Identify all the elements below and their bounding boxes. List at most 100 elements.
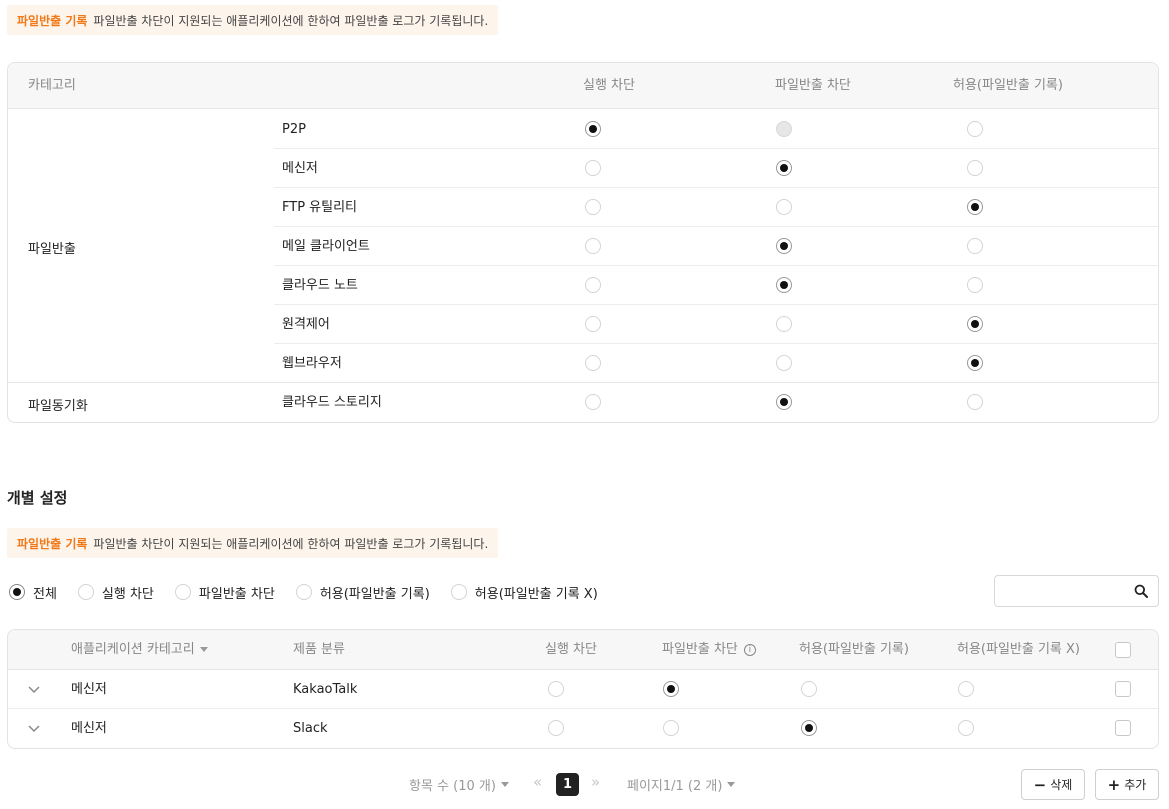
individual-table-header: 애플리케이션 카테고리 제품 분류 실행 차단 파일반출 차단 i 허용(파일반출… [8, 630, 1158, 670]
search-icon[interactable] [1134, 584, 1148, 598]
page-info-select[interactable]: 페이지1/1 (2 개) [627, 772, 736, 796]
radio-block-exec[interactable] [585, 316, 601, 332]
category-row: FTP 유틸리티 [274, 188, 1158, 227]
filter-label: 전체 [33, 586, 57, 602]
header-allow-nolog: 허용(파일반출 기록 X) [957, 642, 1080, 657]
radio-block-export[interactable] [776, 394, 792, 410]
notice-tag: 파일반출 기록 [17, 536, 88, 551]
plus-icon: + [1107, 775, 1121, 794]
header-product: 제품 분류 [293, 642, 345, 657]
radio-allow-nolog[interactable] [958, 681, 974, 697]
search-box [994, 575, 1159, 607]
radio-block-export[interactable] [776, 238, 792, 254]
category-row-name: 클라우드 스토리지 [282, 395, 382, 410]
filter-radio[interactable] [450, 584, 467, 600]
filter-block-exec[interactable]: 실행 차단 [77, 583, 154, 602]
export-log-notice: 파일반출 기록 파일반출 차단이 지원되는 애플리케이션에 한하여 파일반출 로… [7, 5, 499, 35]
header-block-export-label: 파일반출 차단 [662, 642, 738, 657]
radio-block-export[interactable] [776, 277, 792, 293]
radio-allow-log[interactable] [967, 355, 983, 371]
radio-block-exec[interactable] [585, 199, 601, 215]
filter-radio[interactable] [77, 584, 94, 600]
radio-block-export[interactable] [776, 316, 792, 332]
radio-allow-log[interactable] [967, 121, 983, 137]
radio-block-export[interactable] [663, 681, 679, 697]
header-allow-log: 허용(파일반출 기록) [953, 78, 1063, 93]
filter-radio[interactable] [9, 584, 25, 600]
group-divider [8, 382, 1158, 383]
policy-filter-group: 전체 실행 차단 파일반출 차단 허용(파일반출 기록) 허용(파일반출 기록 … [9, 582, 619, 602]
category-row: 클라우드 스토리지 [274, 383, 1158, 422]
category-row: 메일 클라이언트 [274, 227, 1158, 266]
radio-block-export[interactable] [776, 199, 792, 215]
row-checkbox[interactable] [1115, 681, 1131, 697]
radio-block-exec[interactable] [585, 394, 601, 410]
sort-caret-icon[interactable] [199, 647, 208, 652]
radio-block-exec[interactable] [585, 238, 601, 254]
chevron-down-icon [500, 781, 509, 787]
info-icon[interactable]: i [743, 643, 756, 656]
filter-allow-nolog[interactable]: 허용(파일반출 기록 X) [450, 583, 598, 602]
filter-label: 실행 차단 [101, 586, 154, 602]
radio-allow-log[interactable] [967, 238, 983, 254]
header-app-category[interactable]: 애플리케이션 카테고리 [71, 630, 208, 670]
filter-all[interactable]: 전체 [9, 583, 57, 602]
radio-block-exec[interactable] [585, 160, 601, 176]
category-row-name: 메일 클라이언트 [282, 239, 370, 254]
chevron-down-icon [727, 781, 736, 787]
items-per-page-select[interactable]: 항목 수 (10 개) [409, 772, 509, 796]
radio-allow-nolog[interactable] [958, 720, 974, 736]
radio-block-export[interactable] [663, 720, 679, 736]
filter-label: 허용(파일반출 기록) [319, 586, 430, 602]
group-label-export: 파일반출 [28, 242, 76, 257]
radio-allow-log[interactable] [967, 277, 983, 293]
category-row-name: P2P [282, 122, 306, 137]
next-page-icon[interactable]: » [591, 773, 600, 791]
expand-chevron-icon[interactable] [27, 685, 41, 695]
filter-label: 파일반출 차단 [198, 586, 275, 602]
individual-export-log-notice: 파일반출 기록 파일반출 차단이 지원되는 애플리케이션에 한하여 파일반출 로… [7, 528, 499, 558]
table-row: 메신저 Slack [8, 709, 1158, 748]
radio-block-export[interactable] [776, 355, 792, 371]
radio-block-exec[interactable] [585, 277, 601, 293]
category-row-name: 웹브라우저 [282, 356, 342, 371]
add-button[interactable]: + 추가 [1095, 769, 1159, 800]
filter-radio[interactable] [295, 584, 312, 600]
category-policy-table: 카테고리 실행 차단 파일반출 차단 허용(파일반출 기록) P2P 메신저 FTP… [7, 62, 1159, 423]
radio-allow-log[interactable] [967, 394, 983, 410]
radio-allow-log[interactable] [967, 199, 983, 215]
category-row: 원격제어 [274, 305, 1158, 344]
radio-allow-log[interactable] [967, 160, 983, 176]
expand-chevron-icon[interactable] [27, 724, 41, 734]
category-table-header: 카테고리 실행 차단 파일반출 차단 허용(파일반출 기록) [8, 63, 1158, 109]
filter-allow-log[interactable]: 허용(파일반출 기록) [295, 583, 430, 602]
category-row-name: 원격제어 [282, 317, 330, 332]
prev-page-icon[interactable]: « [533, 773, 542, 791]
radio-block-export[interactable] [776, 121, 792, 137]
current-page[interactable]: 1 [556, 773, 579, 796]
row-product: Slack [293, 721, 328, 736]
filter-radio[interactable] [174, 584, 191, 600]
radio-allow-log[interactable] [801, 720, 817, 736]
radio-allow-log[interactable] [801, 681, 817, 697]
group-label-sync: 파일동기화 [28, 399, 88, 414]
select-all-checkbox[interactable] [1115, 642, 1131, 658]
row-category: 메신저 [71, 721, 107, 736]
header-block-exec: 실행 차단 [583, 78, 635, 93]
row-checkbox[interactable] [1115, 720, 1131, 736]
radio-block-export[interactable] [776, 160, 792, 176]
notice-tag: 파일반출 기록 [17, 13, 88, 28]
radio-block-exec[interactable] [548, 681, 564, 697]
notice-text: 파일반출 차단이 지원되는 애플리케이션에 한하여 파일반출 로그가 기록됩니다… [93, 536, 489, 551]
radio-block-exec[interactable] [585, 121, 601, 137]
radio-block-exec[interactable] [548, 720, 564, 736]
header-allow-log: 허용(파일반출 기록) [799, 642, 909, 657]
radio-block-exec[interactable] [585, 355, 601, 371]
delete-button[interactable]: − 삭제 [1021, 769, 1085, 800]
filter-block-export[interactable]: 파일반출 차단 [174, 583, 275, 602]
notice-text: 파일반출 차단이 지원되는 애플리케이션에 한하여 파일반출 로그가 기록됩니다… [93, 13, 489, 28]
delete-button-label: 삭제 [1050, 778, 1073, 792]
row-product: KakaoTalk [293, 682, 358, 697]
search-input[interactable] [995, 576, 1125, 606]
radio-allow-log[interactable] [967, 316, 983, 332]
